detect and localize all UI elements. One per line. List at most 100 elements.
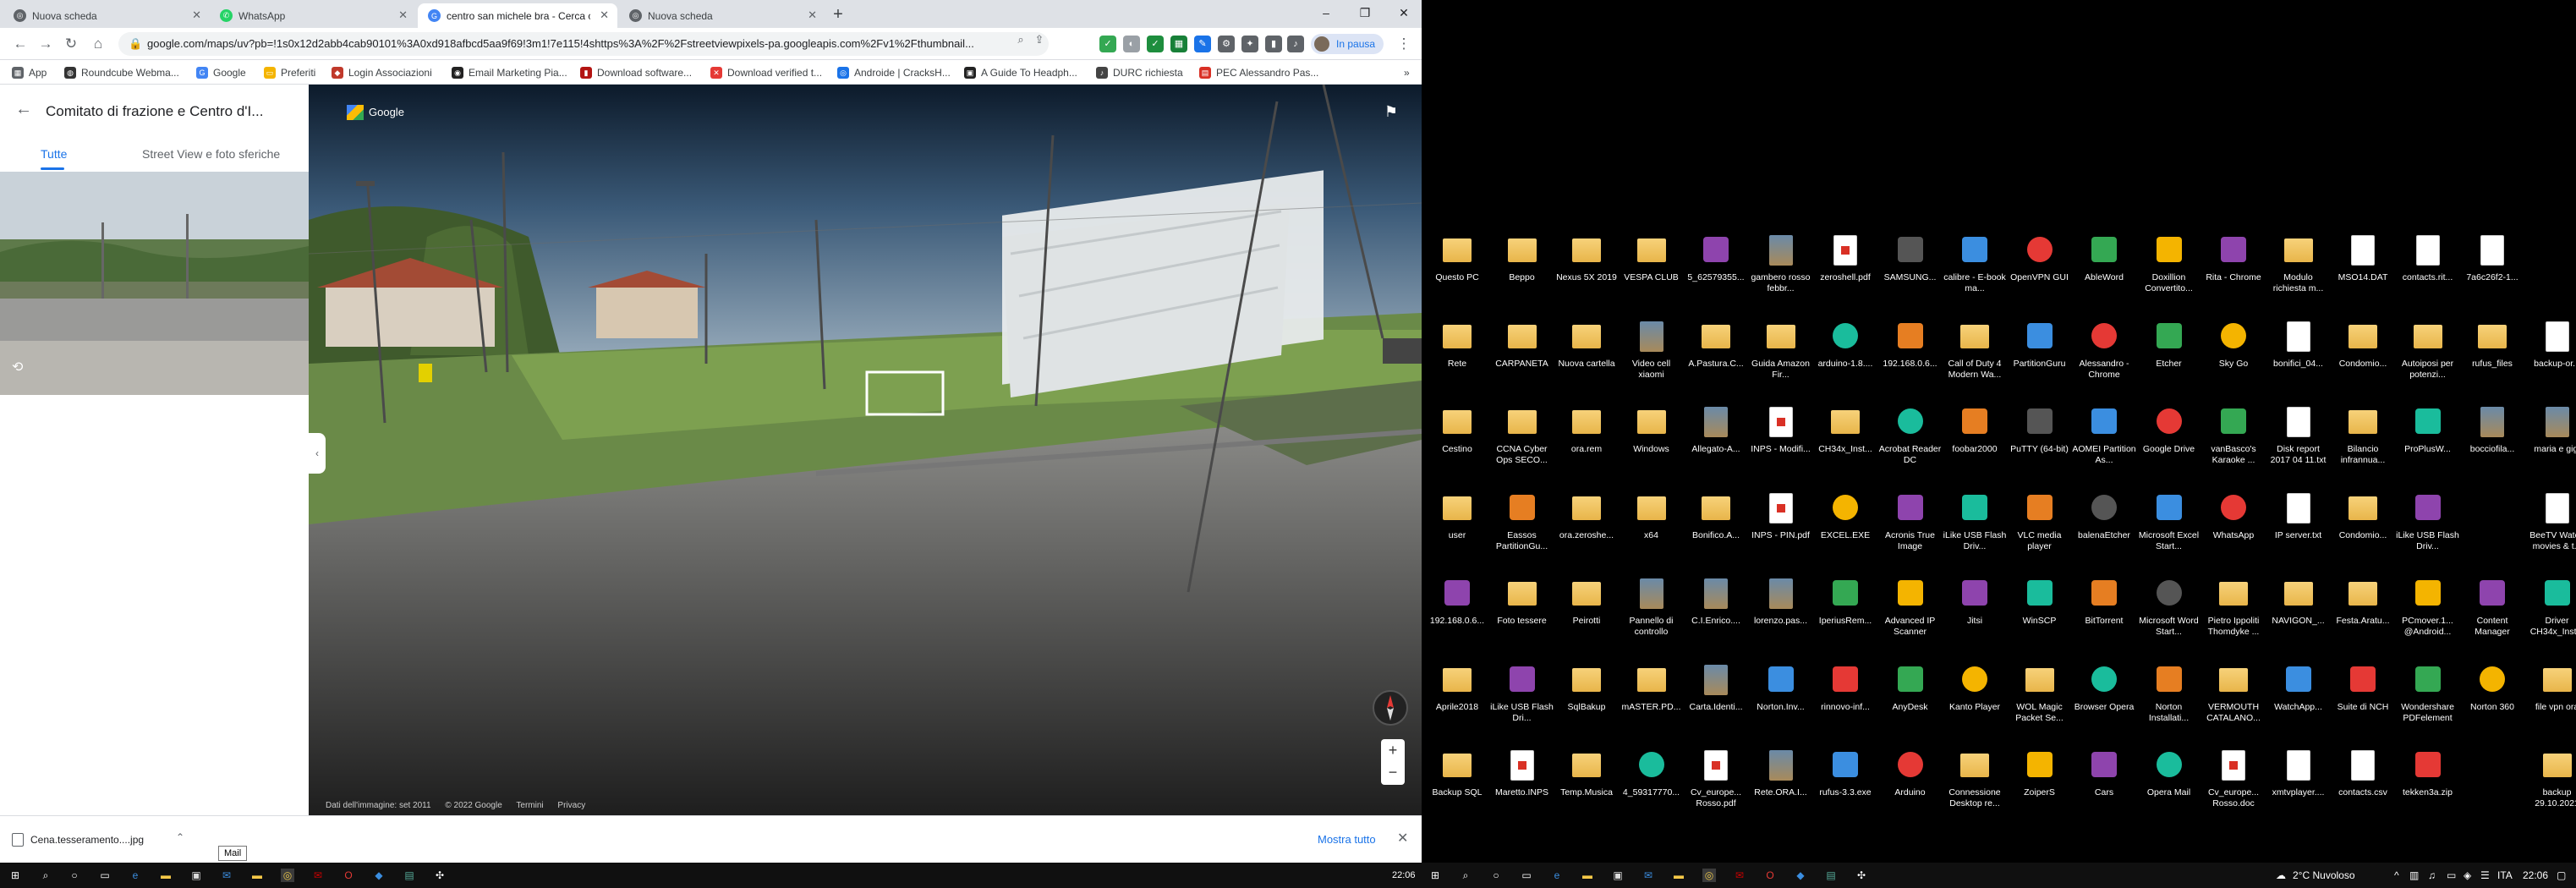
search-icon[interactable]: ⌕ [1459, 869, 1472, 882]
desktop-icon[interactable]: Etcher [2137, 315, 2201, 399]
desktop-icon[interactable]: Call of Duty 4 Modern Wa... [1943, 315, 2007, 399]
street-view-thumbnail[interactable]: ⟲ [0, 172, 309, 395]
desktop-icon[interactable]: ZoiperS [2008, 743, 2072, 828]
app-icon[interactable]: ◆ [1794, 869, 1807, 882]
desktop-icon[interactable]: ProPlusW... [2396, 400, 2460, 485]
desktop-icon[interactable]: SqlBakup [1554, 658, 1619, 743]
desktop-icon[interactable]: INPS - PIN.pdf [1749, 486, 1813, 571]
desktop-icon[interactable]: Rete [1425, 315, 1489, 399]
desktop-icon[interactable]: calibre - E-book ma... [1943, 228, 2007, 313]
volume-icon[interactable]: ♫ [2428, 863, 2436, 888]
forward-icon[interactable]: → [36, 34, 56, 54]
network-icon[interactable]: ▥ [2409, 863, 2419, 888]
download-item[interactable]: Cena.tesseramento....jpg [12, 831, 144, 848]
desktop-icon[interactable]: 7a6c26f2-1... [2460, 228, 2524, 313]
desktop-icon[interactable]: Cars [2072, 743, 2136, 828]
extension-sheet-icon[interactable]: ▦ [1170, 36, 1187, 52]
desktop-icon[interactable]: Bonifico.A... [1684, 486, 1748, 571]
desktop-icon[interactable]: Pannello di controllo [1620, 572, 1684, 656]
bookmark-6[interactable]: ▮ Download software... [580, 64, 692, 81]
desktop-icon[interactable]: AnyDesk [1878, 658, 1943, 743]
close-icon[interactable]: ✕ [600, 8, 609, 22]
close-icon[interactable]: ✕ [192, 8, 201, 22]
desktop-icon[interactable]: Festa.Aratu... [2331, 572, 2395, 656]
zoom-in-button[interactable]: + [1381, 739, 1405, 761]
task-view-icon[interactable]: ▭ [98, 869, 112, 882]
desktop-icon[interactable]: vanBasco's Karaoke ... [2201, 400, 2266, 485]
desktop-icon[interactable]: Sky Go [2201, 315, 2266, 399]
desktop-icon[interactable]: Pietro Ippoliti Thomdyke ... [2201, 572, 2266, 656]
app-icon[interactable]: ◆ [372, 869, 386, 882]
desktop-icon[interactable]: Google Drive [2137, 400, 2201, 485]
app-icon[interactable]: ✣ [1855, 869, 1868, 882]
extensions-puzzle-icon[interactable]: ✦ [1241, 36, 1258, 52]
desktop-icon[interactable]: Driver CH34x_Inst... [2525, 572, 2576, 656]
bookmark-3[interactable]: ▭ Preferiti [264, 64, 315, 81]
terms-link[interactable]: Termini [516, 801, 543, 810]
search-icon[interactable]: ⌕ [1011, 32, 1030, 47]
windows-start-icon[interactable]: ⊞ [1428, 869, 1442, 882]
chevron-up-icon[interactable]: ⌃ [176, 831, 184, 843]
extension-gear-icon[interactable]: ⚙ [1218, 36, 1235, 52]
desktop-icon[interactable]: OpenVPN GUI [2008, 228, 2072, 313]
desktop-icon[interactable]: C.I.Enrico.... [1684, 572, 1748, 656]
bookmark-4[interactable]: ◆ Login Associazioni [332, 64, 432, 81]
app-icon[interactable]: ✣ [433, 869, 447, 882]
edge-icon[interactable]: e [1550, 869, 1564, 882]
desktop-icon[interactable]: ora.rem [1554, 400, 1619, 485]
chrome-icon[interactable]: ◎ [1702, 869, 1716, 882]
search-icon[interactable]: ⌕ [39, 869, 52, 882]
desktop-icon[interactable]: ora.zeroshe... [1554, 486, 1619, 571]
close-icon[interactable]: ✕ [808, 8, 817, 22]
desktop-icon[interactable]: Norton Installati... [2137, 658, 2201, 743]
desktop-icon[interactable]: Modulo richiesta m... [2266, 228, 2331, 313]
desktop-icon[interactable]: Video cell xiaomi [1620, 315, 1684, 399]
folder-icon[interactable]: ▬ [250, 869, 264, 882]
desktop-icon[interactable]: A.Pastura.C... [1684, 315, 1748, 399]
desktop-icon[interactable]: Content Manager [2460, 572, 2524, 656]
desktop-icon[interactable]: Beppo [1490, 228, 1554, 313]
menu-icon[interactable]: ⋮ [1394, 34, 1414, 54]
bookmark-11[interactable]: ▤ PEC Alessandro Pas... [1199, 64, 1318, 81]
desktop-icon[interactable]: xmtvplayer.... [2266, 743, 2331, 828]
tray-app-icon[interactable]: ◈ [2464, 863, 2471, 888]
sidebar-icon[interactable]: ▮ [1265, 36, 1282, 52]
desktop-icon[interactable]: Bilancio infrannua... [2331, 400, 2395, 485]
cortana-icon[interactable]: ○ [1489, 869, 1503, 882]
desktop-icon[interactable]: 192.168.0.6... [1425, 572, 1489, 656]
desktop-icon[interactable]: Disk report 2017 04 11.txt [2266, 400, 2331, 485]
desktop-icon[interactable]: Browser Opera [2072, 658, 2136, 743]
share-icon[interactable]: ⇪ [1030, 32, 1049, 47]
close-icon[interactable]: ✕ [1397, 830, 1408, 847]
desktop-icon[interactable]: Allegato-A... [1684, 400, 1748, 485]
desktop-icon[interactable]: tekken3a.zip [2396, 743, 2460, 828]
desktop-icon[interactable]: Doxillion Convertito... [2137, 228, 2201, 313]
desktop-icon[interactable]: 192.168.0.6... [1878, 315, 1943, 399]
store-icon[interactable]: ▣ [189, 869, 203, 882]
desktop-icon[interactable]: Wondershare PDFelement [2396, 658, 2460, 743]
chrome-icon[interactable]: ◎ [281, 869, 294, 882]
desktop-icon[interactable]: gambero rosso febbr... [1749, 228, 1813, 313]
desktop-icon[interactable]: WhatsApp [2201, 486, 2266, 571]
store-icon[interactable]: ▣ [1611, 869, 1625, 882]
opera-icon[interactable]: O [1763, 869, 1777, 882]
tab-3[interactable]: Gcentro san michele bra - Cerca con Goog… [418, 3, 617, 28]
desktop-icon[interactable]: CH34x_Inst... [1813, 400, 1877, 485]
bookmark-9[interactable]: ▣ A Guide To Headph... [964, 64, 1077, 81]
desktop-icon[interactable]: rufus-3.3.exe [1813, 743, 1877, 828]
desktop-icon[interactable]: Autoiposi per potenzi... [2396, 315, 2460, 399]
privacy-link[interactable]: Privacy [557, 801, 585, 810]
home-icon[interactable]: ⌂ [88, 34, 108, 54]
bookmark-10[interactable]: ♪ DURC richiesta [1096, 64, 1183, 81]
desktop-icon[interactable]: Norton 360 [2460, 658, 2524, 743]
desktop-icon[interactable]: VERMOUTH CATALANO... [2201, 658, 2266, 743]
more-bookmarks-icon[interactable]: » [1404, 64, 1410, 81]
desktop-icon[interactable]: Condomio... [2331, 315, 2395, 399]
mail-icon[interactable]: ✉ [220, 869, 233, 882]
collapse-panel-button[interactable]: ‹ [309, 433, 326, 474]
desktop-icon[interactable]: backup 29.10.2021 [2525, 743, 2576, 828]
desktop-icon[interactable]: Temp.Musica [1554, 743, 1619, 828]
desktop-icon[interactable]: Arduino [1878, 743, 1943, 828]
file-explorer-icon[interactable]: ▬ [159, 869, 173, 882]
desktop-icon[interactable]: WatchApp... [2266, 658, 2331, 743]
